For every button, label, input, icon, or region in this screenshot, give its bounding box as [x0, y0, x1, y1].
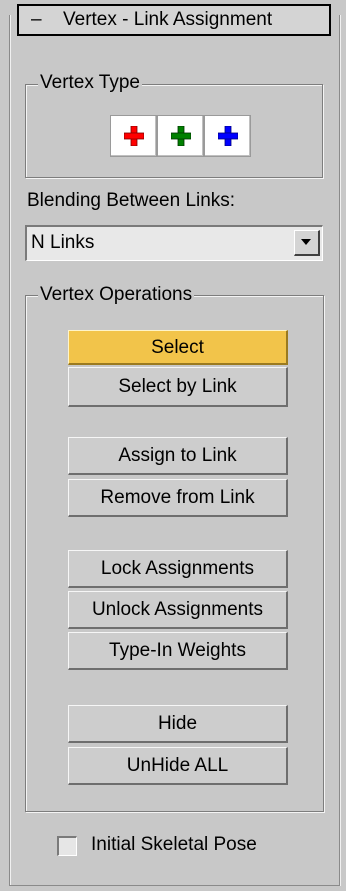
chevron-down-icon [301, 239, 311, 245]
initial-skeletal-pose-checkbox[interactable] [57, 836, 77, 856]
unlock-assignments-button[interactable]: Unlock Assignments [68, 591, 288, 629]
assign-to-link-button[interactable]: Assign to Link [68, 437, 288, 475]
blending-selected-value: N Links [31, 232, 95, 253]
blending-label: Blending Between Links: [27, 190, 236, 211]
green-plus-icon [171, 126, 191, 146]
hide-button[interactable]: Hide [68, 705, 288, 743]
vertex-type-green-button[interactable] [157, 115, 204, 157]
select-button[interactable]: Select [68, 330, 288, 365]
vertex-type-label: Vertex Type [38, 72, 142, 94]
type-in-weights-button[interactable]: Type-In Weights [68, 632, 288, 670]
remove-from-link-button[interactable]: Remove from Link [68, 479, 288, 517]
unhide-all-button[interactable]: UnHide ALL [68, 747, 288, 785]
blending-dropdown[interactable]: N Links [25, 225, 323, 261]
initial-skeletal-pose-label: Initial Skeletal Pose [91, 834, 257, 855]
rollout-header-vertex-link-assignment[interactable]: – Vertex - Link Assignment [17, 4, 331, 36]
rollout-title: Vertex - Link Assignment [63, 9, 273, 30]
vertex-type-blue-button[interactable] [204, 115, 251, 157]
red-plus-icon [124, 126, 144, 146]
blue-plus-icon [218, 126, 238, 146]
vertex-type-red-button[interactable] [110, 115, 157, 157]
vertex-operations-label: Vertex Operations [38, 284, 195, 306]
select-by-link-button[interactable]: Select by Link [68, 367, 288, 407]
collapse-icon: – [31, 9, 42, 30]
dropdown-arrow-button[interactable] [294, 230, 320, 256]
lock-assignments-button[interactable]: Lock Assignments [68, 550, 288, 588]
